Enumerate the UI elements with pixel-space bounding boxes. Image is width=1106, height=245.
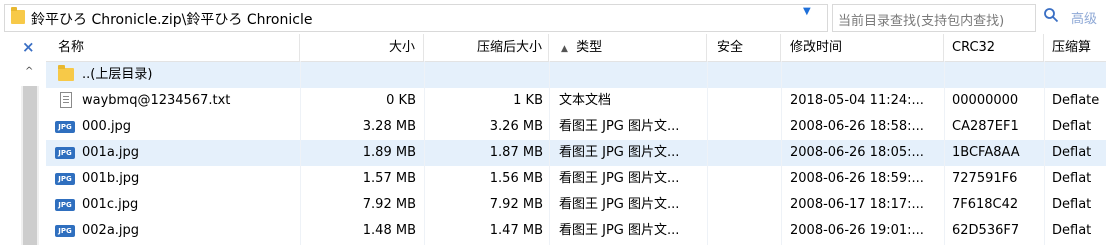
table-row[interactable]: waybmq@1234567.txt 0 KB 1 KB 文本文档 2018-05-04… (46, 88, 1106, 114)
file-packed-size (424, 62, 549, 88)
column-method[interactable]: 压缩算 (1044, 34, 1106, 61)
chevron-down-icon[interactable]: ▼ (803, 6, 811, 17)
file-size: 7.92 MB (362, 197, 416, 212)
file-packed-size: 1.56 MB (489, 171, 543, 186)
search-input[interactable]: 当前目录查找(支持包内查找) (832, 4, 1036, 32)
column-crc32[interactable]: CRC32 (944, 34, 1044, 61)
column-modified[interactable]: 修改时间 (781, 34, 944, 61)
file-method: Deflat (1052, 223, 1092, 238)
file-method (1044, 62, 1106, 88)
file-name: 001a.jpg (82, 145, 140, 160)
file-list: 名称 大小 压缩后大小 ▲ 类型 安全 修改时间 CRC32 压缩算 ..(上层… (46, 34, 1106, 245)
file-crc32: 7F618C42 (952, 197, 1019, 212)
table-row[interactable]: JPG 002a.jpg 1.48 MB 1.47 MB 看图王 JPG 图片文... 2… (46, 218, 1106, 244)
advanced-search-link[interactable]: 高级 (1071, 8, 1097, 27)
file-packed-size: 7.92 MB (489, 197, 543, 212)
address-path: 鈴平ひろ Chronicle.zip\鈴平ひろ Chronicle (31, 12, 313, 28)
file-crc32: CA287EF1 (952, 119, 1019, 134)
address-bar[interactable]: 鈴平ひろ Chronicle.zip\鈴平ひろ Chronicle (4, 4, 828, 32)
close-icon[interactable]: × (22, 38, 35, 56)
file-crc32: 00000000 (952, 93, 1019, 108)
file-packed-size: 1.47 MB (489, 223, 543, 238)
file-modified: 2008-06-26 18:05:... (790, 145, 924, 160)
column-type-label: 类型 (576, 40, 603, 55)
file-name: 002a.jpg (82, 223, 140, 238)
file-name: ..(上层目录) (82, 67, 153, 82)
file-modified: 2008-06-26 19:01:... (790, 223, 924, 238)
table-row[interactable]: JPG 001c.jpg 7.92 MB 7.92 MB 看图王 JPG 图片文... 2… (46, 192, 1106, 218)
file-size: 1.89 MB (362, 145, 416, 160)
scrollbar-thumb[interactable] (23, 86, 37, 245)
file-packed-size: 1 KB (513, 93, 543, 108)
file-type: 看图王 JPG 图片文... (559, 119, 680, 134)
file-modified: 2008-06-17 18:17:... (790, 197, 924, 212)
file-modified: 2008-06-26 18:58:... (790, 119, 924, 134)
file-method: Deflat (1052, 171, 1092, 186)
sort-ascending-icon: ▲ (561, 44, 568, 54)
file-type: 看图王 JPG 图片文... (559, 197, 680, 212)
file-name: waybmq@1234567.txt (82, 93, 231, 108)
file-size: 0 KB (386, 93, 416, 108)
file-method: Deflat (1052, 145, 1092, 160)
file-type: 看图王 JPG 图片文... (559, 145, 680, 160)
file-method: Deflat (1052, 197, 1092, 212)
file-crc32 (944, 62, 1044, 88)
file-type: 看图王 JPG 图片文... (559, 171, 680, 186)
file-crc32: 727591F6 (952, 171, 1018, 186)
table-row[interactable]: JPG 000.jpg 3.28 MB 3.26 MB 看图王 JPG 图片文... 20… (46, 114, 1106, 140)
folder-icon (11, 7, 25, 24)
file-size: 1.57 MB (362, 171, 416, 186)
file-type (549, 62, 707, 88)
file-modified (781, 62, 944, 88)
search-placeholder: 当前目录查找(支持包内查找) (838, 14, 1005, 29)
file-modified: 2008-06-26 18:59:... (790, 171, 924, 186)
column-security[interactable]: 安全 (707, 34, 781, 61)
file-crc32: 62D536F7 (952, 223, 1020, 238)
file-size: 1.48 MB (362, 223, 416, 238)
column-name[interactable]: 名称 (46, 34, 300, 61)
file-name: 000.jpg (82, 119, 132, 134)
file-size (300, 62, 424, 88)
column-divider (424, 61, 425, 245)
table-row[interactable]: JPG 001a.jpg 1.89 MB 1.87 MB 看图王 JPG 图片文... 2… (46, 140, 1106, 166)
column-packed-size[interactable]: 压缩后大小 (424, 34, 549, 61)
toolbar: 鈴平ひろ Chronicle.zip\鈴平ひろ Chronicle ▼ 当前目录… (0, 0, 1106, 34)
column-divider (707, 61, 708, 245)
column-divider (1044, 61, 1045, 245)
file-packed-size: 3.26 MB (489, 119, 543, 134)
file-packed-size: 1.87 MB (489, 145, 543, 160)
table-row[interactable]: JPG 001b.jpg 1.57 MB 1.56 MB 看图王 JPG 图片文... 2… (46, 166, 1106, 192)
parent-directory-row[interactable]: ..(上层目录) (46, 62, 1106, 88)
scroll-up-icon[interactable]: ^ (25, 66, 33, 77)
column-divider (300, 61, 301, 245)
column-divider (781, 61, 782, 245)
file-modified: 2018-05-04 11:24:... (790, 93, 924, 108)
file-type: 看图王 JPG 图片文... (559, 223, 680, 238)
file-type: 文本文档 (559, 93, 612, 108)
column-divider (944, 61, 945, 245)
column-divider (549, 61, 550, 245)
file-method: Deflate (1052, 93, 1100, 108)
search-icon[interactable] (1043, 7, 1059, 23)
column-type[interactable]: ▲ 类型 (549, 34, 707, 61)
column-size[interactable]: 大小 (300, 34, 424, 61)
file-method: Deflat (1052, 119, 1092, 134)
file-crc32: 1BCFA8AA (952, 145, 1020, 160)
column-header-row: 名称 大小 压缩后大小 ▲ 类型 安全 修改时间 CRC32 压缩算 (46, 34, 1106, 62)
file-name: 001c.jpg (82, 197, 139, 212)
file-size: 3.28 MB (362, 119, 416, 134)
file-name: 001b.jpg (82, 171, 140, 186)
